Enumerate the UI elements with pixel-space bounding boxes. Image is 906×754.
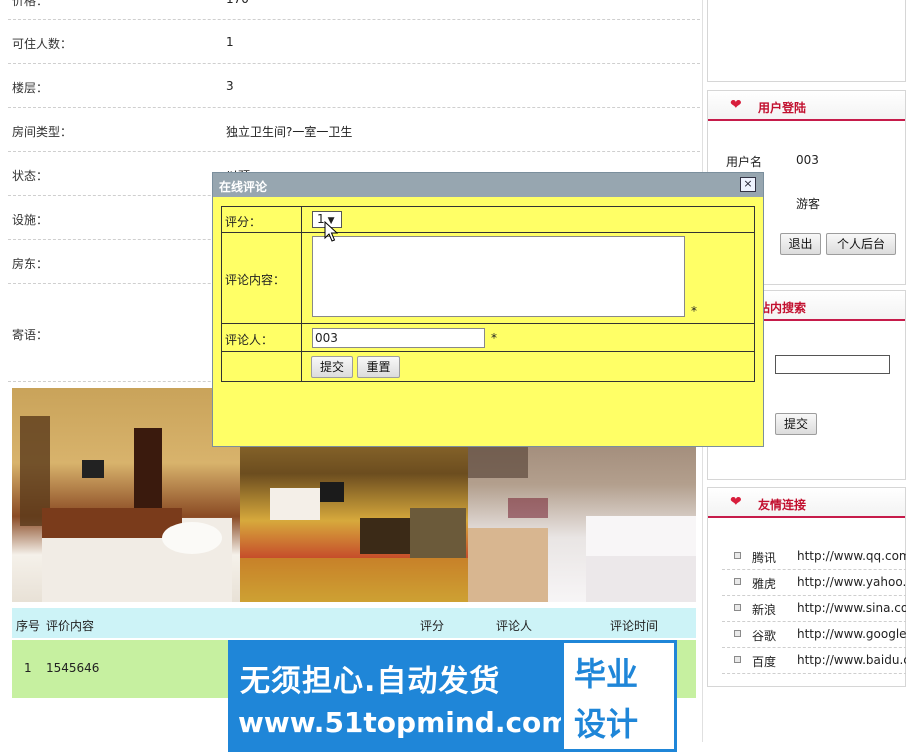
close-icon[interactable]: × <box>740 177 756 192</box>
review-dialog: 在线评论 × 评分： 1 ▼ 评论内容： * 评论人： 003 * 提交 重置 <box>212 172 764 447</box>
login-box-title: ❤ 用户登陆 <box>708 91 905 121</box>
dialog-titlebar[interactable]: 在线评论 × <box>213 173 763 197</box>
content-label: 评论内容： <box>225 273 286 287</box>
watermark-line2: www.51topmind.com <box>238 706 571 739</box>
bullet-icon <box>734 656 741 663</box>
link-item-yahoo[interactable]: 雅虎 http://www.yahoo.c <box>722 570 906 596</box>
link-name[interactable]: 新浪 <box>752 601 776 618</box>
username-value: 003 <box>796 153 819 167</box>
col-time: 评论时间 <box>610 619 659 633</box>
detail-label: 楼层： <box>12 81 49 95</box>
link-url[interactable]: http://www.google <box>797 627 906 641</box>
watermark-banner: 无须担心.自动发货 www.51topmind.com 毕业 设计 <box>228 640 677 752</box>
review-no: 1 <box>24 661 32 675</box>
backend-button[interactable]: 个人后台 <box>826 233 896 255</box>
heart-icon: ❤ <box>730 97 742 113</box>
link-url[interactable]: http://www.qq.com <box>797 549 906 563</box>
watermark-badge: 毕业 设计 <box>561 640 677 752</box>
search-title: 站内搜索 <box>758 301 807 315</box>
detail-label: 价格： <box>12 0 49 8</box>
link-url[interactable]: http://www.sina.cor <box>797 601 906 615</box>
detail-row-capacity: 可住人数： 1 <box>8 20 700 64</box>
bullet-icon <box>734 604 741 611</box>
links-box-title: ❤ 友情连接 <box>708 488 905 518</box>
link-item-qq[interactable]: 腾讯 http://www.qq.com <box>722 544 906 570</box>
link-url[interactable]: http://www.yahoo.c <box>797 575 906 589</box>
detail-value: 3 <box>226 79 234 93</box>
form-row-reviewer: 评论人： 003 * <box>222 324 754 352</box>
detail-value: 1 <box>226 35 234 49</box>
form-row-actions: 提交 重置 <box>222 352 754 382</box>
link-name[interactable]: 谷歌 <box>752 627 776 644</box>
link-name[interactable]: 百度 <box>752 653 776 670</box>
detail-value: 独立卫生间?一室一卫生 <box>226 125 353 139</box>
col-content: 评价内容 <box>46 619 95 633</box>
form-divider <box>301 207 302 232</box>
link-name[interactable]: 腾讯 <box>752 549 776 566</box>
form-row-score: 评分： 1 ▼ <box>222 207 754 233</box>
user-role: 游客 <box>796 197 821 211</box>
bullet-icon <box>734 578 741 585</box>
reset-button[interactable]: 重置 <box>357 356 400 378</box>
form-divider <box>301 352 302 382</box>
bullet-icon <box>734 552 741 559</box>
link-url[interactable]: http://www.baidu.c <box>797 653 906 667</box>
sidebar-top-box <box>707 0 906 82</box>
detail-row-price: 价格： 170 <box>8 0 700 20</box>
col-score: 评分 <box>420 619 445 633</box>
login-title: 用户登陆 <box>758 101 807 115</box>
score-label: 评分： <box>225 215 262 229</box>
review-content: 1545646 <box>46 661 100 675</box>
col-no: 序号 <box>16 619 41 633</box>
search-input[interactable] <box>775 355 890 374</box>
reviewer-input[interactable]: 003 <box>312 328 485 348</box>
watermark-badge-line2: 设计 <box>574 705 639 743</box>
detail-value: 170 <box>226 0 249 6</box>
logout-button[interactable]: 退出 <box>780 233 821 255</box>
required-mark: * <box>691 304 697 318</box>
detail-label: 房间类型： <box>12 125 73 139</box>
detail-label: 可住人数： <box>12 37 73 51</box>
link-item-sina[interactable]: 新浪 http://www.sina.cor <box>722 596 906 622</box>
detail-row-room-type: 房间类型： 独立卫生间?一室一卫生 <box>8 108 700 152</box>
watermark-badge-line1: 毕业 <box>574 655 639 693</box>
review-form: 评分： 1 ▼ 评论内容： * 评论人： 003 * 提交 重置 <box>221 206 755 382</box>
page: 价格： 170 可住人数： 1 楼层： 3 房间类型： 独立卫生间?一室一卫生 … <box>0 0 906 754</box>
review-table-header: 序号 评价内容 评分 评论人 评论时间 <box>12 608 696 638</box>
detail-label: 状态： <box>12 169 49 183</box>
heart-icon: ❤ <box>730 494 742 510</box>
detail-label: 房东： <box>12 257 49 271</box>
form-divider <box>301 233 302 323</box>
username-label: 用户名 <box>726 155 763 169</box>
col-reviewer: 评论人 <box>496 619 533 633</box>
form-row-content: 评论内容： * <box>222 233 754 324</box>
room-photo <box>12 388 240 602</box>
link-item-google[interactable]: 谷歌 http://www.google <box>722 622 906 648</box>
search-submit-button[interactable]: 提交 <box>775 413 817 435</box>
content-textarea[interactable] <box>312 236 685 317</box>
dialog-title: 在线评论 <box>219 180 268 194</box>
mouse-cursor-icon <box>324 221 338 242</box>
link-name[interactable]: 雅虎 <box>752 575 776 592</box>
required-mark: * <box>491 331 497 345</box>
detail-row-floor: 楼层： 3 <box>8 64 700 108</box>
submit-button[interactable]: 提交 <box>311 356 353 378</box>
link-item-baidu[interactable]: 百度 http://www.baidu.c <box>722 648 906 674</box>
form-divider <box>301 324 302 351</box>
bullet-icon <box>734 630 741 637</box>
detail-label: 设施： <box>12 213 49 227</box>
links-title: 友情连接 <box>758 498 807 512</box>
detail-label: 寄语： <box>12 328 49 342</box>
reviewer-label: 评论人： <box>225 333 274 347</box>
links-box: ❤ 友情连接 腾讯 http://www.qq.com 雅虎 http://ww… <box>707 487 906 687</box>
watermark-line1: 无须担心.自动发货 <box>240 664 501 699</box>
